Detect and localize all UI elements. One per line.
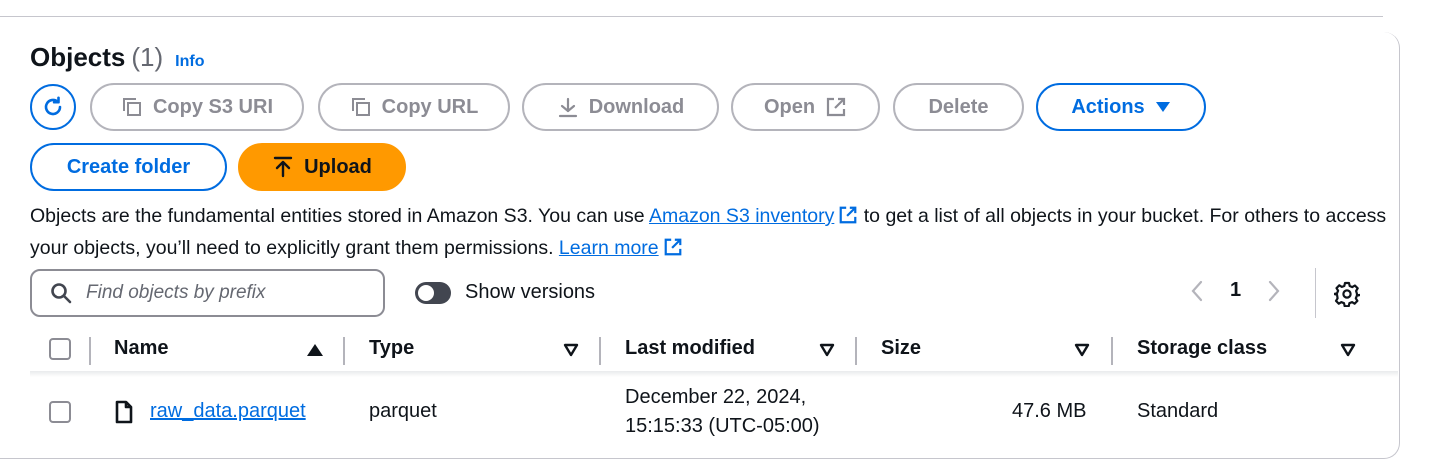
copy-icon xyxy=(122,98,141,116)
download-button[interactable]: Download xyxy=(522,83,719,131)
column-header-storage-class[interactable]: Storage class xyxy=(1137,337,1267,360)
actions-label: Actions xyxy=(1071,95,1145,118)
description-text-1: Objects are the fundamental entities sto… xyxy=(30,205,649,227)
show-versions-toggle-group: Show versions xyxy=(415,281,595,304)
chevron-left-icon[interactable] xyxy=(1190,280,1204,302)
copy-s3-uri-button[interactable]: Copy S3 URI xyxy=(90,83,304,131)
search-icon xyxy=(51,283,72,304)
file-icon xyxy=(115,400,133,424)
external-link-icon xyxy=(839,206,857,224)
column-separator xyxy=(89,337,91,365)
last-modified-time: 15:15:33 (UTC-05:00) xyxy=(625,415,820,437)
object-type: parquet xyxy=(369,400,437,422)
column-header-name[interactable]: Name xyxy=(114,337,168,360)
column-separator xyxy=(855,337,857,365)
object-last-modified: December 22, 2024, 15:15:33 (UTC-05:00) xyxy=(625,383,820,441)
gear-icon xyxy=(1332,281,1361,308)
column-separator xyxy=(599,337,601,365)
select-all-checkbox[interactable] xyxy=(49,338,71,360)
table-header-shadow xyxy=(30,371,1398,377)
object-name-link[interactable]: raw_data.parquet xyxy=(150,400,306,423)
copy-url-label: Copy URL xyxy=(381,95,479,118)
sort-descending-icon[interactable] xyxy=(819,343,835,357)
copy-icon xyxy=(351,98,370,116)
sort-descending-icon[interactable] xyxy=(563,343,579,357)
chevron-right-icon[interactable] xyxy=(1267,280,1281,302)
search-placeholder: Find objects by prefix xyxy=(86,282,266,303)
search-input[interactable]: Find objects by prefix xyxy=(30,269,385,317)
show-versions-toggle[interactable] xyxy=(415,281,451,304)
row-checkbox[interactable] xyxy=(49,401,71,423)
learn-more-link[interactable]: Learn more xyxy=(559,237,659,259)
copy-url-button[interactable]: Copy URL xyxy=(318,83,510,131)
object-size: 47.6 MB xyxy=(1012,400,1087,422)
column-header-type[interactable]: Type xyxy=(369,337,414,360)
upload-label: Upload xyxy=(304,155,372,178)
object-storage-class: Standard xyxy=(1137,400,1219,422)
actions-dropdown[interactable]: Actions xyxy=(1036,83,1206,131)
sort-descending-icon[interactable] xyxy=(1074,343,1090,357)
refresh-icon xyxy=(44,96,62,116)
upload-icon xyxy=(273,156,293,178)
object-count: (1) xyxy=(131,42,164,72)
caret-down-icon xyxy=(1155,102,1170,112)
objects-description: Objects are the fundamental entities sto… xyxy=(30,200,1390,264)
s3-inventory-link[interactable]: Amazon S3 inventory xyxy=(649,205,834,227)
external-link-icon xyxy=(826,97,846,117)
column-separator xyxy=(343,337,345,365)
copy-s3-uri-label: Copy S3 URI xyxy=(152,95,274,118)
show-versions-label: Show versions xyxy=(465,281,596,303)
refresh-button[interactable] xyxy=(30,84,76,130)
create-folder-label: Create folder xyxy=(66,155,191,178)
delete-label: Delete xyxy=(928,95,989,118)
external-link-icon xyxy=(664,238,682,256)
upload-button[interactable]: Upload xyxy=(238,143,406,191)
create-folder-button[interactable]: Create folder xyxy=(30,143,227,191)
delete-button[interactable]: Delete xyxy=(893,83,1024,131)
sort-ascending-icon[interactable] xyxy=(306,343,324,357)
open-label: Open xyxy=(763,95,816,118)
current-page[interactable]: 1 xyxy=(1230,279,1241,302)
last-modified-date: December 22, 2024, xyxy=(625,386,807,408)
pagination: 1 xyxy=(1190,279,1281,302)
sort-descending-icon[interactable] xyxy=(1340,343,1356,357)
pager-divider xyxy=(1315,268,1316,318)
download-icon xyxy=(558,97,577,118)
objects-header: Objects (1) Info xyxy=(30,42,204,73)
preferences-button[interactable] xyxy=(1332,281,1361,312)
open-button[interactable]: Open xyxy=(731,83,880,131)
column-header-size[interactable]: Size xyxy=(881,337,921,360)
download-label: Download xyxy=(588,95,685,118)
column-header-last-modified[interactable]: Last modified xyxy=(625,337,755,360)
page-title: Objects xyxy=(30,42,126,72)
top-divider xyxy=(0,16,1383,17)
info-link[interactable]: Info xyxy=(175,53,204,71)
column-separator xyxy=(1111,337,1113,365)
